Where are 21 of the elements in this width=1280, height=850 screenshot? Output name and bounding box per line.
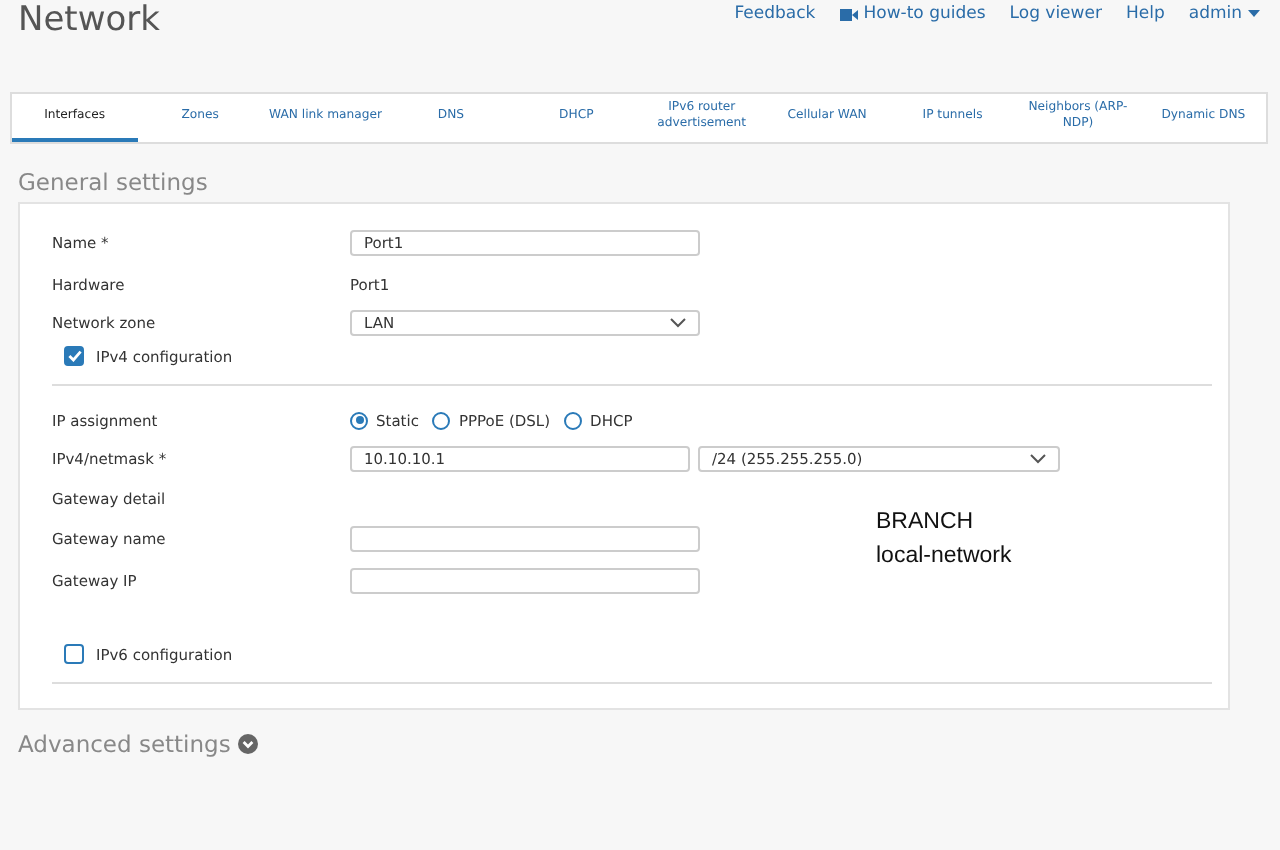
annotation-text: BRANCH local-network [876, 508, 1012, 572]
advanced-settings-toggle[interactable]: Advanced settings [0, 710, 1280, 778]
gateway-ip-field[interactable] [350, 567, 700, 593]
user-menu[interactable]: admin [1188, 4, 1260, 24]
radio-button[interactable] [432, 411, 451, 429]
radio-button[interactable] [350, 411, 368, 429]
header-link[interactable]: Log viewer [1009, 4, 1102, 24]
chevron-down-icon [1030, 453, 1046, 463]
radio-dot-icon [355, 416, 363, 424]
header-link[interactable]: How-to guides [839, 4, 986, 24]
video-camera-icon [839, 7, 858, 21]
caret-icon [1248, 10, 1260, 18]
header-link[interactable]: Feedback [734, 4, 816, 24]
gateway-name-field[interactable] [350, 525, 700, 551]
section-heading: General settings [16, 166, 210, 200]
checkbox[interactable] [64, 346, 84, 366]
checkbox[interactable] [64, 644, 84, 664]
page-title: Network [18, 0, 160, 40]
header-link[interactable]: Help [1125, 4, 1165, 24]
radio-button[interactable] [564, 411, 583, 429]
chevron-down-icon [670, 317, 686, 327]
